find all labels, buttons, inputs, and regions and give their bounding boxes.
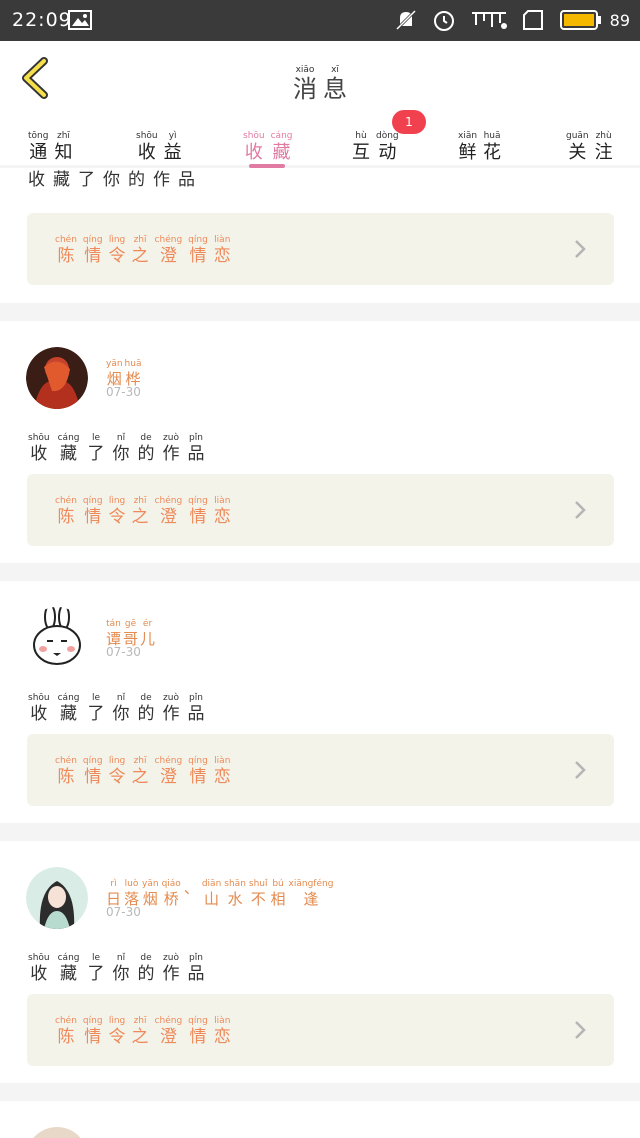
avatar[interactable] (26, 607, 88, 669)
battery-icon (559, 10, 601, 30)
username[interactable]: yān 烟 huā 桦 (106, 351, 141, 388)
avatar[interactable] (26, 1127, 88, 1138)
work-link[interactable]: chén 陈 qíng 情 lìng 令 zhī 之 chéng 澄 qíng 情 liàn… (27, 734, 614, 806)
timestamp: 07-30 (106, 905, 141, 919)
tab-interact[interactable]: hù 互 dòng 动 (352, 123, 399, 164)
username[interactable]: tán 谭 gē 哥 ér 儿 (106, 611, 155, 648)
action-text: shōu 收 cáng 藏 le 了 nǐ 你 de 的 zuò 作 pǐn 品 (28, 433, 205, 464)
alarm-icon (433, 11, 454, 31)
tab-favorite[interactable]: shōu 收 cáng 藏 (243, 123, 293, 164)
chevron-right-icon (575, 501, 586, 519)
chevron-right-icon (575, 761, 586, 779)
page-title: xiāo 消 xī 息 (293, 65, 347, 103)
status-bar: 22:09 89 (0, 0, 640, 41)
list-item[interactable]: 收 藏 了 你 的 作 品 chén 陈 qíng 情 lìng 令 zhī 之 ché… (0, 168, 640, 303)
list-item[interactable] (0, 1101, 640, 1138)
list-item[interactable]: yān 烟 huā 桦 07-30 shōu 收 cáng 藏 le 了 nǐ 你 de 的 … (0, 321, 640, 563)
username[interactable]: rì 日 luò 落 yān 烟 qiáo 桥 、 diān 山 shān 水 shuǐ 不 … (106, 871, 333, 908)
work-link[interactable]: chén 陈 qíng 情 lìng 令 zhī 之 chéng 澄 qíng 情 liàn… (27, 474, 614, 546)
image-notification-icon (68, 10, 92, 30)
action-text: shōu 收 cáng 藏 le 了 nǐ 你 de 的 zuò 作 pǐn 品 (28, 953, 205, 984)
signal-icon (471, 12, 507, 29)
tab-flowers[interactable]: xiān 鲜 huā 花 (458, 123, 501, 164)
list-item[interactable]: rì 日 luò 落 yān 烟 qiáo 桥 、 diān 山 shān 水 shuǐ 不 … (0, 841, 640, 1083)
tab-notice[interactable]: tōng 通 zhī 知 (28, 123, 72, 164)
battery-percentage: 89 (609, 10, 630, 30)
list-item[interactable]: tán 谭 gē 哥 ér 儿 07-30 shōu 收 cáng 藏 le 了 nǐ 你 d… (0, 581, 640, 823)
avatar[interactable] (26, 867, 88, 929)
chevron-right-icon (575, 1021, 586, 1039)
chevron-right-icon (575, 240, 586, 258)
timestamp: 07-30 (106, 645, 141, 659)
sim-card-icon (522, 10, 543, 30)
message-tabs: tōng 通 zhī 知 shōu 收 yì 益 shōu 收 cáng 藏 hù 互 dòng 动 x… (0, 115, 640, 165)
action-text: 收 藏 了 你 的 作 品 (28, 170, 195, 190)
tab-follow[interactable]: guān 关 zhù 注 (566, 123, 613, 164)
navigation-bar: xiāo 消 xī 息 (0, 41, 640, 115)
mute-icon (395, 9, 416, 31)
work-link[interactable]: chén 陈 qíng 情 lìng 令 zhī 之 chéng 澄 qíng 情 liàn… (27, 213, 614, 285)
avatar[interactable] (26, 347, 88, 409)
work-link[interactable]: chén 陈 qíng 情 lìng 令 zhī 之 chéng 澄 qíng 情 liàn… (27, 994, 614, 1066)
status-time: 22:09 (12, 9, 72, 31)
interact-count-badge: 1 (392, 110, 426, 134)
action-text: shōu 收 cáng 藏 le 了 nǐ 你 de 的 zuò 作 pǐn 品 (28, 693, 205, 724)
timestamp: 07-30 (106, 385, 141, 399)
tab-income[interactable]: shōu 收 yì 益 (136, 123, 182, 164)
